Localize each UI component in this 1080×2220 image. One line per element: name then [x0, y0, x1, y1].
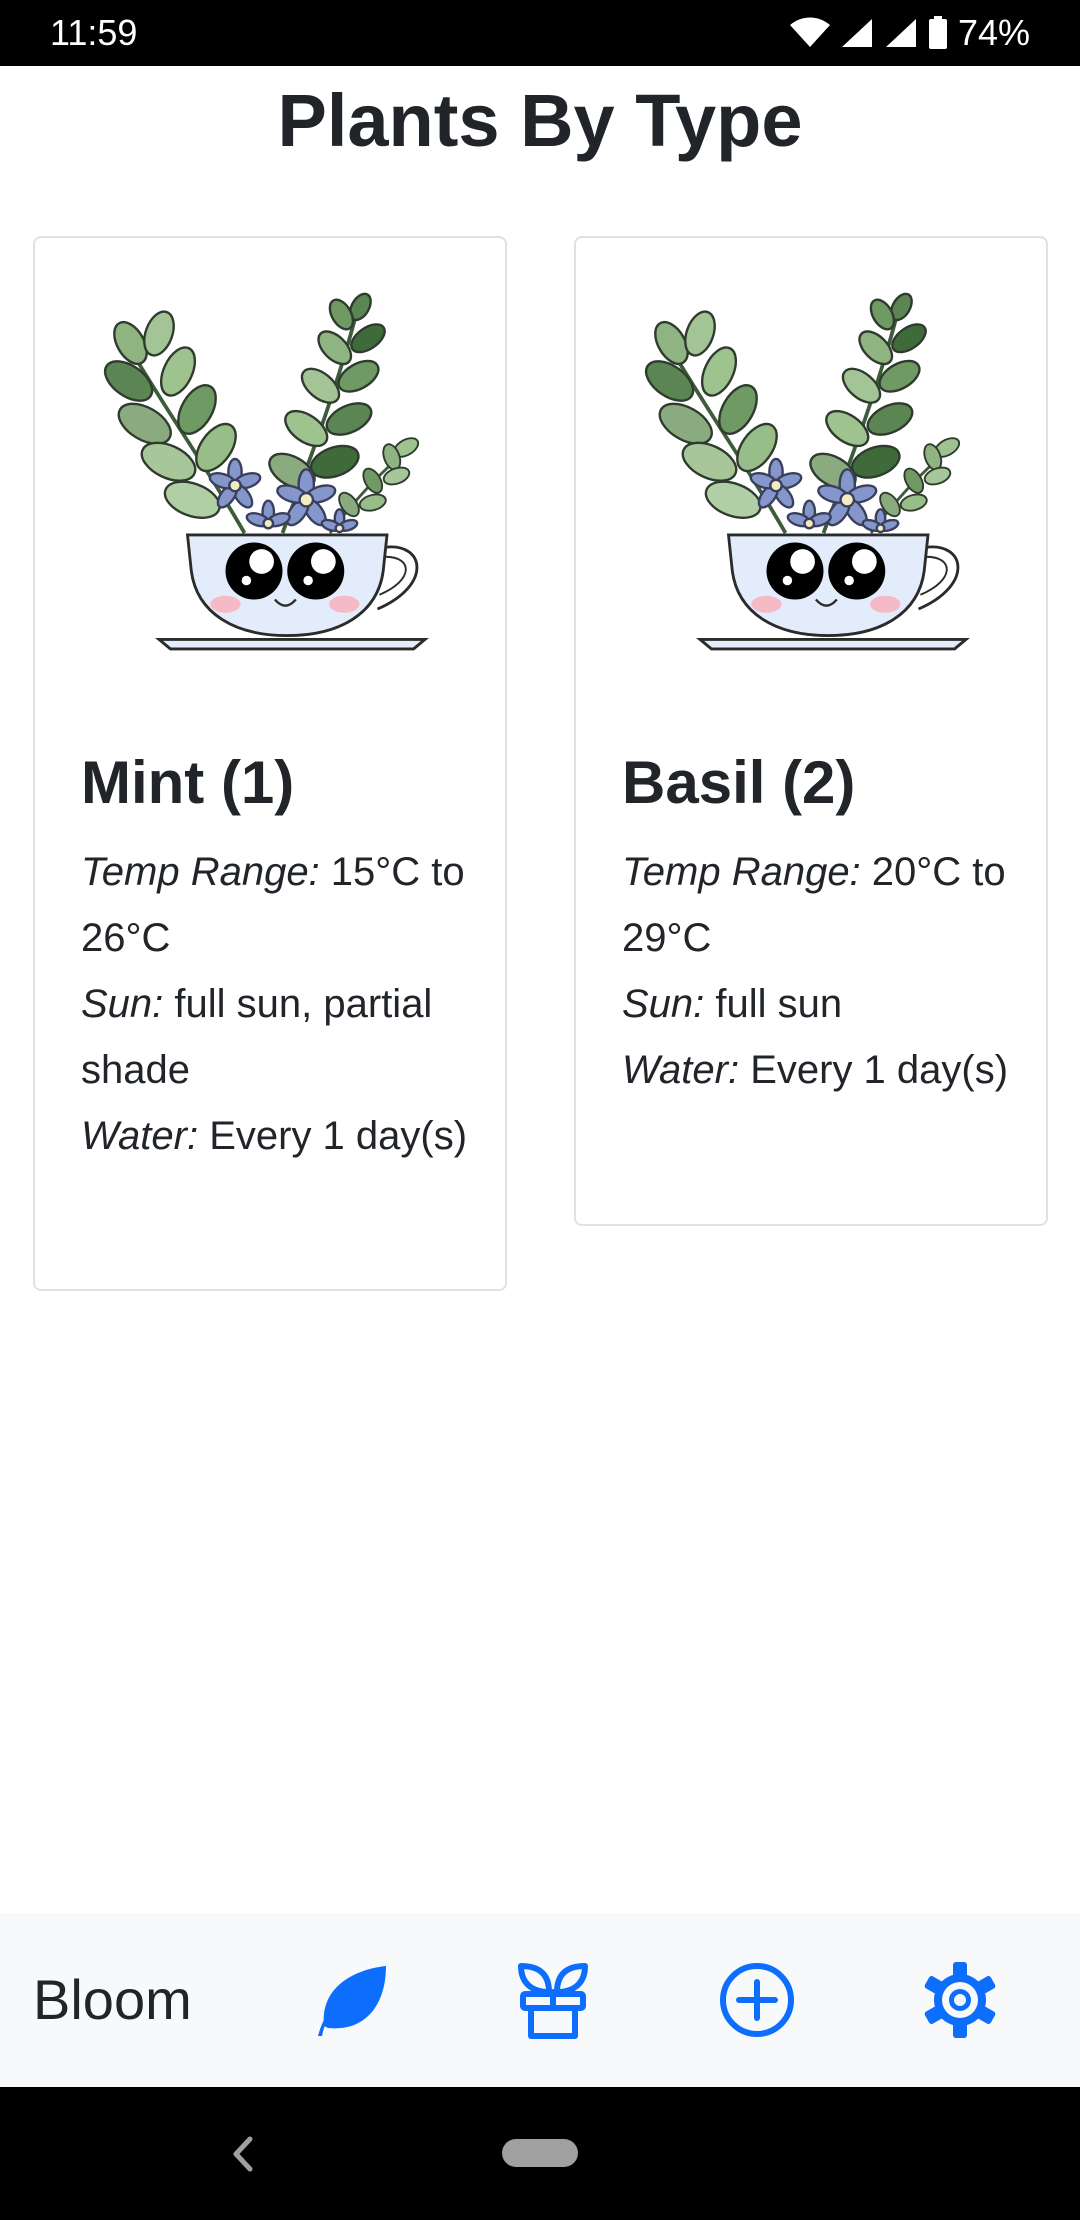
- sun-value: full sun: [704, 982, 843, 1026]
- nav-my-plants-button[interactable]: [513, 1960, 593, 2040]
- water-row: Water: Every 1 day(s): [622, 1037, 1016, 1103]
- back-chevron-icon[interactable]: [222, 2129, 262, 2179]
- battery-icon: [928, 16, 947, 49]
- nav-add-plant-button[interactable]: [717, 1960, 797, 2040]
- potted-plant-icon: [518, 1963, 588, 2039]
- card-details: Temp Range: 15°C to 26°C Sun: full sun, …: [81, 839, 475, 1169]
- home-pill-icon[interactable]: [502, 2139, 578, 2167]
- sun-row: Sun: full sun, partial shade: [81, 971, 475, 1103]
- water-value: Every 1 day(s): [739, 1048, 1009, 1092]
- status-time: 11:59: [50, 12, 138, 53]
- sun-label: Sun:: [81, 982, 164, 1026]
- nav-settings-button[interactable]: [920, 1960, 1000, 2040]
- card-title: Basil (2): [622, 749, 856, 816]
- water-label: Water:: [81, 1114, 199, 1158]
- plant-type-card-mint[interactable]: Mint (1) Temp Range: 15°C to 26°C Sun: f…: [33, 236, 507, 1291]
- plant-cup-illustration: [96, 288, 427, 651]
- signal-icon-2: [885, 19, 916, 47]
- card-title: Mint (1): [81, 749, 295, 816]
- plus-circle-icon: [720, 1963, 794, 2037]
- card-body: Mint (1) Temp Range: 15°C to 26°C Sun: f…: [81, 748, 475, 1169]
- gear-icon: [924, 1962, 996, 2038]
- plant-cup-illustration: [637, 288, 968, 651]
- bottom-nav: Bloom: [0, 1913, 1080, 2087]
- brand-name[interactable]: Bloom: [33, 1967, 192, 2032]
- plant-type-card-basil[interactable]: Basil (2) Temp Range: 20°C to 29°C Sun: …: [574, 236, 1048, 1226]
- temp-range-row: Temp Range: 15°C to 26°C: [81, 839, 475, 971]
- temp-range-label: Temp Range:: [622, 850, 861, 894]
- card-details: Temp Range: 20°C to 29°C Sun: full sun W…: [622, 839, 1016, 1103]
- sun-row: Sun: full sun: [622, 971, 1016, 1037]
- temp-range-row: Temp Range: 20°C to 29°C: [622, 839, 1016, 971]
- signal-icon: [841, 19, 872, 47]
- status-bar: 11:59 74%: [0, 0, 1080, 66]
- leaf-icon: [318, 1966, 386, 2036]
- screen: 11:59 74% Plants By Type Mint (1) Temp R…: [0, 0, 1080, 2220]
- water-label: Water:: [622, 1048, 740, 1092]
- system-nav-bar: [0, 2087, 1080, 2220]
- water-row: Water: Every 1 day(s): [81, 1103, 475, 1169]
- water-value: Every 1 day(s): [198, 1114, 468, 1158]
- page-title: Plants By Type: [277, 79, 803, 162]
- card-body: Basil (2) Temp Range: 20°C to 29°C Sun: …: [622, 748, 1016, 1103]
- wifi-icon: [789, 17, 830, 47]
- nav-plant-types-button[interactable]: [310, 1960, 390, 2040]
- battery-percent: 74%: [957, 12, 1030, 53]
- temp-range-label: Temp Range:: [81, 850, 320, 894]
- sun-label: Sun:: [622, 982, 705, 1026]
- status-icons: 74%: [789, 12, 1030, 54]
